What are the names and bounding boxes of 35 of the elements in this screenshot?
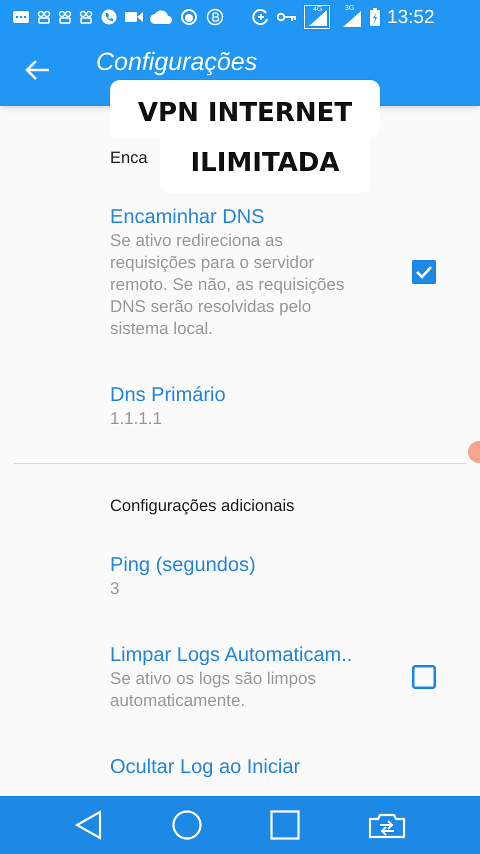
preference-title: Ping (segundos)	[110, 552, 257, 578]
preference-title: Ocultar Log ao Iniciar	[110, 754, 302, 780]
section-header: Enca	[110, 148, 148, 169]
screen-title: Configurações	[96, 47, 258, 78]
notification-icon	[58, 10, 72, 24]
checkbox[interactable]	[412, 260, 436, 284]
key-icon	[277, 12, 297, 22]
video-camera-icon	[125, 11, 143, 23]
back-arrow-icon[interactable]	[24, 59, 50, 81]
cloud-icon	[150, 10, 172, 24]
preference-title: Limpar Logs Automaticam..	[110, 642, 354, 668]
data-saver-icon	[252, 8, 270, 26]
phone-bubble-icon	[100, 8, 118, 26]
preference-title: Encaminhar DNS	[110, 204, 266, 230]
chat-icon	[12, 10, 30, 24]
section-header: Configurações adicionais	[110, 496, 294, 517]
recents-icon[interactable]	[270, 810, 300, 840]
battery-icon	[370, 8, 380, 26]
checkbox[interactable]	[412, 664, 436, 688]
preference-summary: Se ativo redireciona as requisições para o servidor remoto. Se não, as requisições DNS serão resolvidas pelo sistema local.	[110, 230, 346, 340]
caption-sticker: ILIMITADA	[160, 138, 370, 193]
b-bubble-icon	[206, 8, 224, 26]
preference-title: Dns Primário	[110, 382, 227, 408]
clock-time: 13:52	[387, 8, 435, 26]
back-icon[interactable]	[74, 810, 104, 840]
notification-icon	[79, 10, 93, 24]
preference-summary: 1.1.1.1	[110, 408, 163, 430]
home-icon[interactable]	[172, 810, 202, 840]
signal-icon	[343, 11, 361, 27]
preference-summary: 3	[110, 578, 120, 600]
caption-sticker: VPN INTERNET	[110, 80, 380, 138]
signal-icon	[309, 10, 327, 26]
notification-icon	[37, 10, 51, 24]
preference-summary: Se ativo os logs são limpos automaticamente.	[110, 668, 317, 712]
switch-screen-icon[interactable]	[368, 811, 406, 839]
